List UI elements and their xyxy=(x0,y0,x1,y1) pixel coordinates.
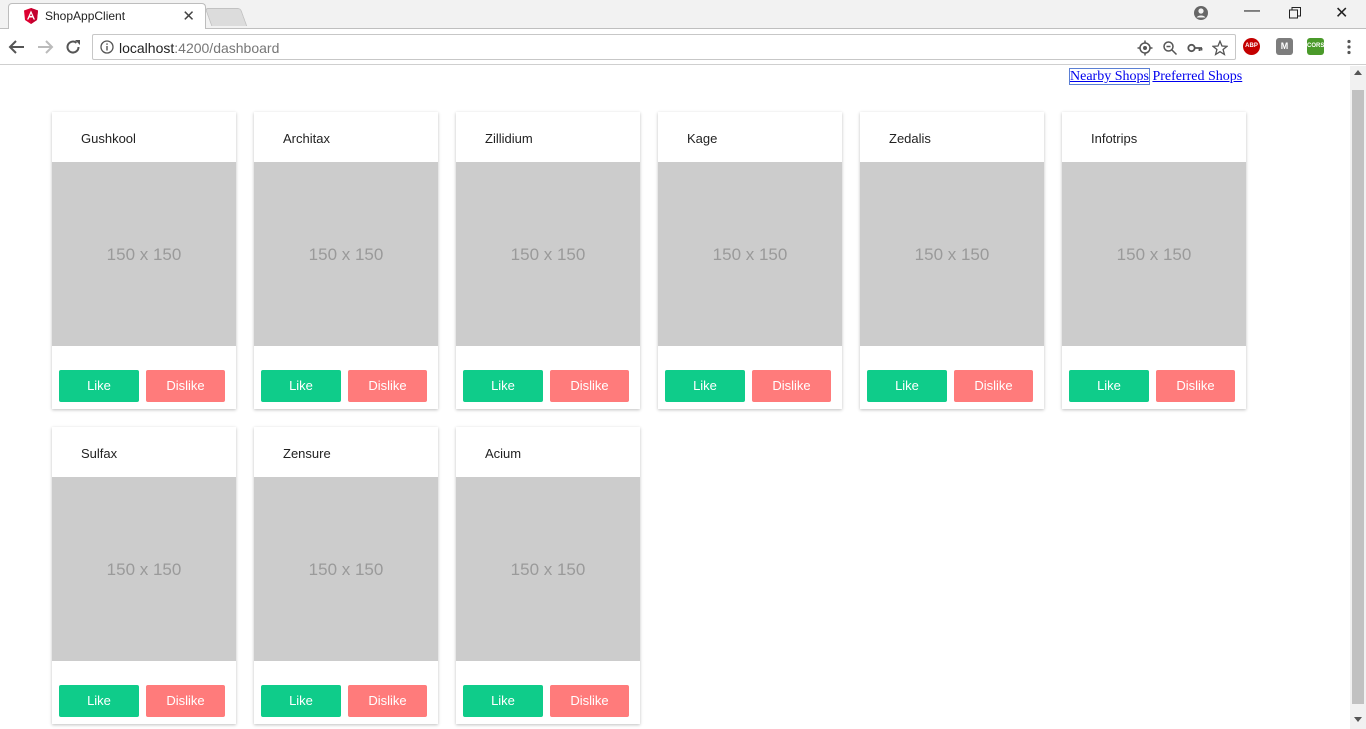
shop-name: Sulfax xyxy=(81,446,118,461)
placeholder-label: 150 x 150 xyxy=(1116,245,1192,264)
shop-card: Kage 150 x 150 Like Dislike xyxy=(658,112,842,409)
shop-card: Zillidium 150 x 150 Like Dislike xyxy=(456,112,640,409)
info-icon[interactable] xyxy=(100,40,114,54)
restore-icon[interactable] xyxy=(1289,7,1301,19)
back-icon[interactable] xyxy=(8,38,26,56)
shop-image-placeholder: 150 x 150 xyxy=(456,162,640,346)
dislike-button[interactable]: Dislike xyxy=(146,685,225,717)
preferred-shops-link[interactable]: Preferred Shops xyxy=(1152,69,1242,84)
url-host: localhost xyxy=(119,40,175,56)
shop-name: Acium xyxy=(485,446,522,461)
dislike-button[interactable]: Dislike xyxy=(348,685,427,717)
placeholder-label: 150 x 150 xyxy=(106,560,182,579)
shop-card: Infotrips 150 x 150 Like Dislike xyxy=(1062,112,1246,409)
placeholder-label: 150 x 150 xyxy=(510,245,586,264)
like-button[interactable]: Like xyxy=(463,370,543,402)
browser-toolbar: localhost:4200/dashboard ABP M CORS xyxy=(0,29,1366,65)
shop-name: Gushkool xyxy=(81,131,136,146)
location-icon[interactable] xyxy=(1137,40,1153,56)
like-button[interactable]: Like xyxy=(59,370,139,402)
shop-image-placeholder: 150 x 150 xyxy=(52,162,236,346)
shop-card: Gushkool 150 x 150 Like Dislike xyxy=(52,112,236,409)
shop-card: Acium 150 x 150 Like Dislike xyxy=(456,427,640,724)
cors-extension-icon[interactable]: CORS xyxy=(1307,38,1324,55)
shop-name: Zillidium xyxy=(485,131,533,146)
shop-name: Zedalis xyxy=(889,131,931,146)
adblock-extension-icon[interactable]: ABP xyxy=(1243,38,1260,55)
shop-name: Zensure xyxy=(283,446,331,461)
scroll-down-arrow-icon[interactable] xyxy=(1354,717,1362,722)
profile-icon[interactable] xyxy=(1193,5,1209,21)
shop-image-placeholder: 150 x 150 xyxy=(254,162,438,346)
like-button[interactable]: Like xyxy=(463,685,543,717)
url-text: localhost:4200/dashboard xyxy=(119,40,279,56)
like-button[interactable]: Like xyxy=(261,370,341,402)
tab-title: ShopAppClient xyxy=(45,9,126,23)
url-path: :4200/dashboard xyxy=(174,40,280,56)
browser-tabstrip: ShopAppClient ✕ — ✕ xyxy=(0,0,1366,30)
new-tab-button[interactable] xyxy=(204,8,248,26)
placeholder-label: 150 x 150 xyxy=(308,560,384,579)
reload-icon[interactable] xyxy=(64,38,82,56)
shop-image-placeholder: 150 x 150 xyxy=(456,477,640,661)
placeholder-label: 150 x 150 xyxy=(510,560,586,579)
dislike-button[interactable]: Dislike xyxy=(550,370,629,402)
shop-name: Architax xyxy=(283,131,330,146)
top-nav: Nearby Shops Preferred Shops xyxy=(1069,68,1242,85)
close-window-icon[interactable]: ✕ xyxy=(1335,3,1348,23)
dislike-button[interactable]: Dislike xyxy=(348,370,427,402)
shop-image-placeholder: 150 x 150 xyxy=(658,162,842,346)
scroll-up-arrow-icon[interactable] xyxy=(1354,70,1362,75)
dislike-button[interactable]: Dislike xyxy=(1156,370,1235,402)
tab-close-icon[interactable]: ✕ xyxy=(182,7,195,25)
page-viewport: Nearby Shops Preferred Shops Gushkool 15… xyxy=(0,66,1350,729)
key-icon[interactable] xyxy=(1187,40,1203,56)
like-button[interactable]: Like xyxy=(665,370,745,402)
shop-card: Architax 150 x 150 Like Dislike xyxy=(254,112,438,409)
like-button[interactable]: Like xyxy=(261,685,341,717)
vertical-scrollbar[interactable] xyxy=(1350,66,1366,729)
placeholder-label: 150 x 150 xyxy=(106,245,182,264)
placeholder-label: 150 x 150 xyxy=(712,245,788,264)
m-extension-icon[interactable]: M xyxy=(1276,38,1293,55)
bookmark-star-icon[interactable] xyxy=(1212,40,1228,56)
shop-card: Zedalis 150 x 150 Like Dislike xyxy=(860,112,1044,409)
shop-image-placeholder: 150 x 150 xyxy=(860,162,1044,346)
browser-tab[interactable]: ShopAppClient ✕ xyxy=(8,3,206,30)
placeholder-label: 150 x 150 xyxy=(914,245,990,264)
shop-image-placeholder: 150 x 150 xyxy=(254,477,438,661)
scroll-thumb[interactable] xyxy=(1352,90,1364,704)
minimize-icon[interactable]: — xyxy=(1244,2,1260,20)
shop-image-placeholder: 150 x 150 xyxy=(1062,162,1246,346)
shop-card: Sulfax 150 x 150 Like Dislike xyxy=(52,427,236,724)
shop-image-placeholder: 150 x 150 xyxy=(52,477,236,661)
address-bar[interactable]: localhost:4200/dashboard xyxy=(92,34,1236,60)
like-button[interactable]: Like xyxy=(59,685,139,717)
forward-icon[interactable] xyxy=(36,38,54,56)
dislike-button[interactable]: Dislike xyxy=(550,685,629,717)
dislike-button[interactable]: Dislike xyxy=(752,370,831,402)
browser-menu-icon[interactable] xyxy=(1345,39,1353,55)
shop-name: Kage xyxy=(687,131,718,146)
placeholder-label: 150 x 150 xyxy=(308,245,384,264)
dislike-button[interactable]: Dislike xyxy=(954,370,1033,402)
zoom-icon[interactable] xyxy=(1162,40,1178,56)
shop-name: Infotrips xyxy=(1091,131,1138,146)
like-button[interactable]: Like xyxy=(867,370,947,402)
dislike-button[interactable]: Dislike xyxy=(146,370,225,402)
angular-icon xyxy=(24,8,38,24)
shop-card: Zensure 150 x 150 Like Dislike xyxy=(254,427,438,724)
nearby-shops-link[interactable]: Nearby Shops xyxy=(1069,68,1150,85)
like-button[interactable]: Like xyxy=(1069,370,1149,402)
